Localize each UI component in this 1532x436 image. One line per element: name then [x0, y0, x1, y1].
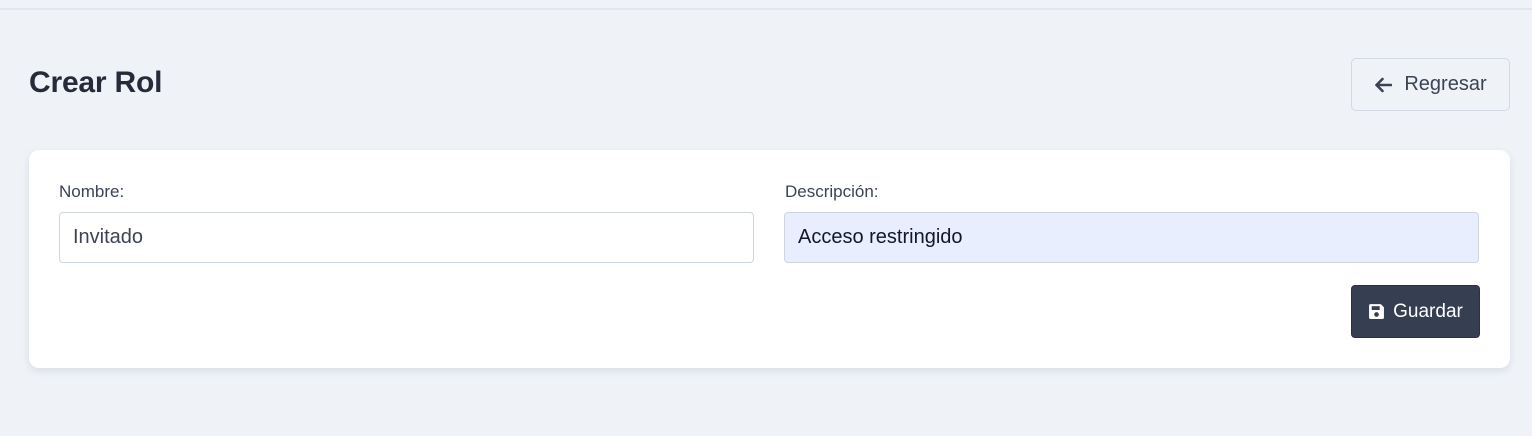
page-title: Crear Rol	[29, 66, 163, 99]
save-button-label: Guardar	[1393, 300, 1463, 322]
descripcion-label: Descripción:	[785, 182, 879, 201]
back-button[interactable]: Regresar	[1351, 58, 1510, 111]
back-button-label: Regresar	[1404, 73, 1487, 95]
role-form-card: Nombre: Descripción: Guardar	[29, 150, 1510, 368]
descripcion-input[interactable]	[784, 212, 1479, 263]
nombre-label: Nombre:	[59, 182, 125, 201]
top-bar	[0, 0, 1532, 10]
nombre-input[interactable]	[59, 212, 754, 263]
arrow-left-icon	[1374, 77, 1393, 93]
floppy-disk-icon	[1368, 303, 1385, 320]
save-button[interactable]: Guardar	[1351, 285, 1480, 338]
